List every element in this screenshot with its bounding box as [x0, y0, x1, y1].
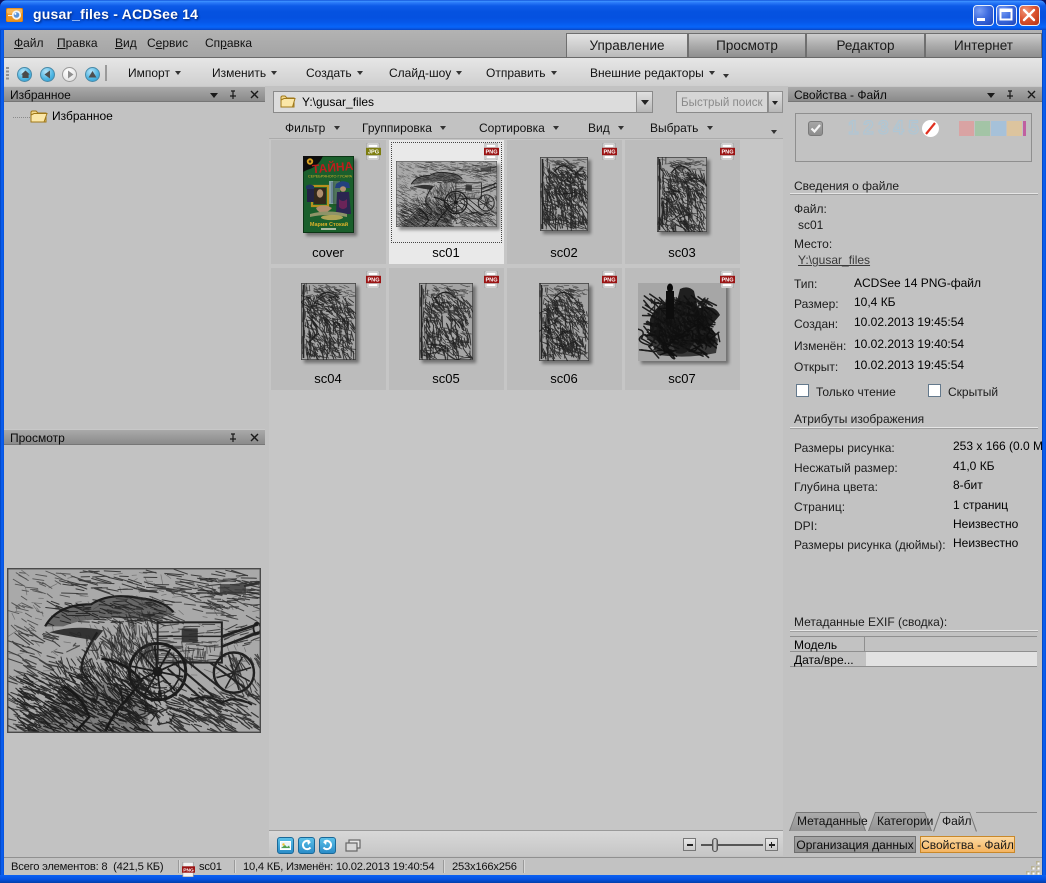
svg-text:PNG: PNG [183, 867, 194, 873]
svg-text:PNG: PNG [367, 278, 379, 284]
svg-text:PNG: PNG [721, 278, 733, 284]
svg-text:PNG: PNG [485, 149, 497, 155]
svg-text:PNG: PNG [485, 278, 497, 284]
svg-text:Мария Стокай: Мария Стокай [309, 221, 347, 228]
svg-text:СЕРЕБРЯНОГО ГУСАРА: СЕРЕБРЯНОГО ГУСАРА [307, 174, 352, 178]
svg-text:PNG: PNG [603, 278, 615, 284]
svg-text:PNG: PNG [603, 149, 615, 155]
svg-text:PNG: PNG [721, 149, 733, 155]
svg-text:JPG: JPG [367, 149, 378, 155]
